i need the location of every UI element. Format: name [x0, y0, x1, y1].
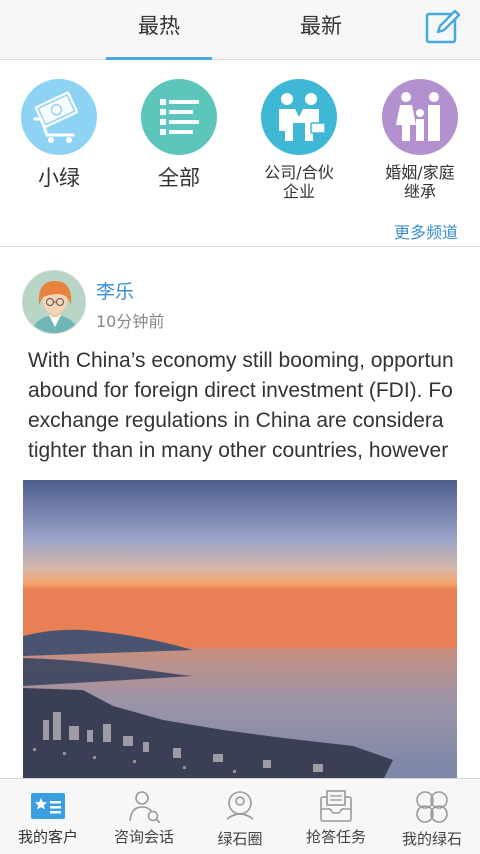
top-tab-bar: 最热 最新: [0, 0, 480, 60]
nav-label: 咨询会话: [113, 828, 174, 846]
channel-label-line2: 企业: [282, 182, 315, 201]
channel-label: 小绿: [38, 166, 80, 190]
nav-consult-chat[interactable]: 咨询会话: [96, 779, 192, 854]
post-line: abound for foreign direct investment (FD…: [28, 379, 453, 402]
nav-label: 抢答任务: [305, 828, 366, 846]
tab-latest[interactable]: 最新: [268, 0, 374, 60]
nav-lvshi-circle[interactable]: 绿石圈: [192, 779, 288, 854]
channel-company[interactable]: 公司/合伙 企业: [244, 79, 354, 201]
nav-label: 我的客户: [17, 828, 78, 846]
tab-hottest[interactable]: 最热: [106, 0, 212, 60]
nav-label: 绿石圈: [217, 830, 263, 848]
channel-label-line1: 公司/合伙: [264, 163, 334, 182]
channel-grid: 小绿 全部 公司/合伙 企业 婚姻/家庭 继承 更多频道: [0, 61, 480, 247]
channel-marriage-family[interactable]: 婚姻/家庭 继承: [365, 79, 475, 201]
money-cart-icon: [21, 79, 97, 155]
post-card: 李乐 10分钟前 With China’s economy still boom…: [0, 250, 480, 778]
compose-button[interactable]: [424, 8, 462, 46]
four-petal-icon: [416, 791, 448, 823]
list-icon: [141, 79, 217, 155]
avatar[interactable]: [22, 270, 86, 334]
task-inbox-icon: [320, 790, 352, 822]
channel-xiaolv[interactable]: 小绿: [4, 79, 114, 191]
post-image[interactable]: [23, 480, 457, 778]
post-line: tighter than in many other countries, ho…: [28, 439, 449, 462]
consult-person-icon: [129, 791, 161, 823]
bottom-nav: 我的客户 咨询会话 绿石圈 抢答任务 我的绿石: [0, 778, 480, 854]
more-channels-link[interactable]: 更多频道: [394, 219, 458, 243]
channel-label-line2: 继承: [403, 182, 436, 201]
nav-label: 我的绿石: [401, 830, 462, 848]
handshake-icon: [261, 79, 337, 155]
nav-my-lvshi[interactable]: 我的绿石: [384, 779, 480, 854]
edit-icon: [425, 9, 461, 44]
nav-quick-answer-tasks[interactable]: 抢答任务: [288, 779, 384, 854]
post-author[interactable]: 李乐: [96, 277, 134, 304]
post-excerpt[interactable]: With China’s economy still booming, oppo…: [28, 346, 480, 466]
family-icon: [382, 79, 458, 155]
customer-card-icon: [31, 793, 65, 819]
channel-label-line1: 婚姻/家庭: [385, 163, 455, 182]
channel-label: 全部: [158, 166, 200, 190]
post-line: With China’s economy still booming, oppo…: [28, 349, 454, 372]
channel-all[interactable]: 全部: [124, 79, 234, 191]
nav-my-customers[interactable]: 我的客户: [0, 779, 96, 854]
circle-community-icon: [226, 791, 254, 820]
post-line: exchange regulations in China are consid…: [28, 409, 444, 432]
post-time: 10分钟前: [96, 312, 165, 331]
active-tab-indicator: [106, 57, 212, 60]
